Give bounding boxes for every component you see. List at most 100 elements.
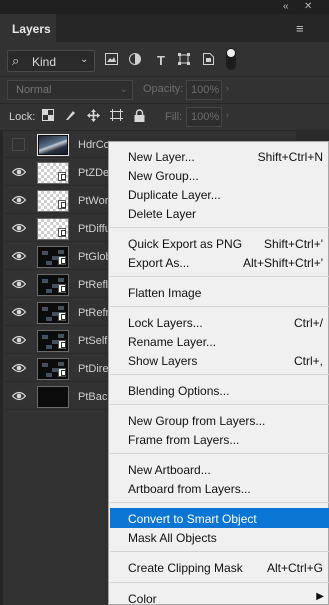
panel-title-strip: « ✕ (0, 0, 329, 14)
layer-thumbnail (37, 330, 69, 352)
menu-item-label: New Layer... (128, 150, 195, 164)
menu-item-convert-to-smart-object[interactable]: Convert to Smart Object (110, 508, 329, 528)
menu-item-rename-layer[interactable]: Rename Layer... (110, 331, 329, 351)
menu-item-label: Delete Layer (128, 207, 197, 221)
layer-name[interactable]: HdrCo (78, 139, 110, 151)
menu-separator (110, 374, 329, 375)
layer-context-menu: New Layer... Shift+Ctrl+N New Group... Dupl… (108, 141, 329, 605)
menu-item-new-artboard[interactable]: New Artboard... (110, 459, 329, 479)
menu-item-label: Quick Export as PNG (128, 237, 243, 251)
menu-item-label: Blending Options... (128, 384, 230, 398)
eye-icon[interactable] (11, 334, 27, 348)
menu-item-label: New Group... (128, 169, 199, 183)
lock-image-pixels-icon[interactable] (63, 109, 79, 124)
eye-icon[interactable] (11, 390, 27, 404)
layer-name[interactable]: PtDire (78, 363, 109, 375)
menu-item-export-as[interactable]: Export As... Alt+Shift+Ctrl+' (110, 252, 329, 272)
menu-item-label: Convert to Smart Object (128, 512, 257, 526)
shape-filter-icon[interactable] (176, 53, 192, 68)
lock-label: Lock: (9, 111, 36, 123)
type-filter-icon[interactable]: T (153, 53, 169, 68)
menu-item-shortcut: Ctrl+, (293, 354, 323, 368)
chevron-down-icon: ⌄ (120, 84, 128, 94)
eye-icon[interactable] (11, 166, 27, 180)
menu-item-shortcut: Alt+Ctrl+G (266, 561, 323, 575)
tab-layers[interactable]: Layers (0, 14, 56, 42)
menu-item-blending-options[interactable]: Blending Options... (110, 380, 329, 400)
menu-item-flatten-image[interactable]: Flatten Image (110, 282, 329, 302)
eye-icon[interactable] (11, 194, 27, 208)
lock-transparent-pixels-icon[interactable] (40, 109, 56, 124)
opacity-field[interactable]: 100% (186, 80, 222, 100)
smart-object-badge-icon (58, 256, 66, 265)
layer-thumbnail (37, 274, 69, 296)
collapse-panel-icon[interactable]: « (283, 1, 289, 12)
lock-artboard-icon[interactable] (108, 109, 124, 124)
menu-item-frame-from-layers[interactable]: Frame from Layers... (110, 429, 329, 449)
menu-item-color[interactable]: Color ▶ (110, 588, 329, 605)
lock-all-icon[interactable] (131, 109, 147, 125)
eye-icon[interactable] (11, 250, 27, 264)
layer-name[interactable]: PtGlob (78, 251, 112, 263)
menu-item-label: Rename Layer... (128, 335, 217, 349)
eye-icon[interactable] (11, 362, 27, 376)
menu-separator (110, 502, 329, 503)
panel-menu-icon[interactable]: ≡ (296, 21, 304, 36)
layer-thumbnail (37, 386, 69, 408)
search-icon: ⌕ (12, 53, 20, 68)
blend-mode-select[interactable]: Normal ⌄ (7, 80, 133, 100)
image-filter-icon[interactable] (103, 53, 119, 68)
smart-object-filter-icon[interactable] (200, 53, 216, 68)
menu-item-new-group[interactable]: New Group... (110, 165, 329, 185)
menu-item-label: Lock Layers... (128, 316, 203, 330)
visibility-toggle[interactable] (12, 138, 25, 151)
menu-item-mask-all-objects[interactable]: Mask All Objects (110, 527, 329, 547)
menu-separator (110, 551, 329, 552)
filter-kind-select[interactable]: ⌕ Kind ⌄ (7, 50, 95, 72)
menu-item-delete-layer[interactable]: Delete Layer (110, 203, 329, 223)
eye-icon[interactable] (11, 278, 27, 292)
menu-item-duplicate-layer[interactable]: Duplicate Layer... (110, 184, 329, 204)
filter-kind-value: Kind (32, 55, 57, 69)
menu-item-shortcut: Alt+Shift+Ctrl+' (243, 256, 323, 270)
divider (0, 76, 329, 77)
eye-icon[interactable] (11, 306, 27, 320)
close-panel-icon[interactable]: ✕ (304, 1, 312, 12)
opacity-label: Opacity: (143, 83, 184, 95)
menu-item-new-layer[interactable]: New Layer... Shift+Ctrl+N (110, 146, 329, 166)
layer-name[interactable]: PtDiffu (78, 223, 111, 235)
opacity-slider-toggle[interactable]: › (226, 83, 229, 93)
adjustment-filter-icon[interactable] (127, 53, 143, 68)
menu-item-artboard-from-layers[interactable]: Artboard from Layers... (110, 478, 329, 498)
divider (0, 103, 329, 104)
smart-object-badge-icon (58, 368, 66, 377)
menu-item-label: Color (128, 592, 157, 605)
fill-field[interactable]: 100% (186, 107, 222, 127)
layer-name[interactable]: PtZDe (78, 167, 109, 179)
fill-slider-toggle[interactable]: › (226, 110, 229, 120)
menu-item-lock-layers[interactable]: Lock Layers... Ctrl+/ (110, 312, 329, 332)
chevron-down-icon: ⌄ (80, 54, 89, 65)
menu-item-label: Flatten Image (128, 286, 202, 300)
filter-toggle-switch[interactable] (226, 48, 236, 70)
layer-thumbnail (37, 134, 69, 156)
layer-name[interactable]: PtWor (78, 195, 108, 207)
layer-name[interactable]: PtSelf (78, 335, 107, 347)
menu-item-create-clipping-mask[interactable]: Create Clipping Mask Alt+Ctrl+G (110, 557, 329, 577)
menu-item-quick-export-as-png[interactable]: Quick Export as PNG Shift+Ctrl+' (110, 233, 329, 253)
lock-position-icon[interactable] (85, 109, 101, 125)
menu-item-label: New Artboard... (128, 463, 211, 477)
menu-item-label: Duplicate Layer... (128, 188, 221, 202)
menu-separator (110, 453, 329, 454)
menu-item-label: Create Clipping Mask (128, 561, 243, 575)
eye-icon[interactable] (11, 222, 27, 236)
menu-item-label: Mask All Objects (128, 531, 217, 545)
panel-tab-bar: Layers ≡ (0, 14, 329, 42)
layer-thumbnail (37, 302, 69, 324)
menu-item-shortcut: Ctrl+/ (293, 316, 323, 330)
menu-item-new-group-from-layers[interactable]: New Group from Layers... (110, 410, 329, 430)
menu-separator (110, 404, 329, 405)
menu-separator (110, 227, 329, 228)
layer-name[interactable]: PtRefr (78, 307, 109, 319)
menu-item-show-layers[interactable]: Show Layers Ctrl+, (110, 350, 329, 370)
